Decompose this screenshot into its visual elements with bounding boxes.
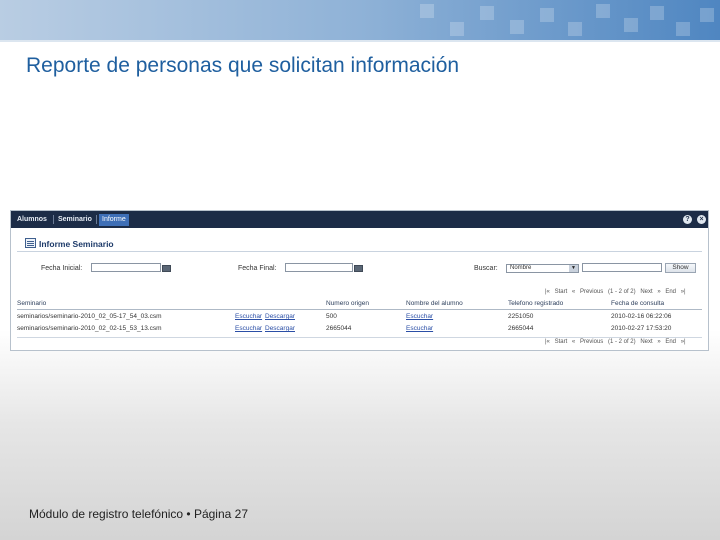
next-page-icon[interactable]: » [657,289,660,295]
pager-previous[interactable]: Previous [580,289,603,295]
tab-seminario[interactable]: Seminario [55,214,95,226]
pager-next[interactable]: Next [640,339,652,345]
chevron-down-icon: ▼ [569,265,578,272]
fecha-inicial-input[interactable] [91,263,161,272]
pager-start[interactable]: Start [555,289,568,295]
telefono-registrado: 2665044 [508,325,534,332]
pager-bottom: |« Start « Previous (1 - 2 of 2) Next » … [542,339,686,345]
previous-page-icon[interactable]: « [572,289,575,295]
top-banner [0,0,720,40]
col-nombre-alumno[interactable]: Nombre del alumno [406,300,463,307]
buscar-select-value: Nombre [510,265,532,271]
tab-bar: Alumnos Seminario Informe ? × [11,211,708,228]
previous-page-icon[interactable]: « [572,339,575,345]
seminario-file: seminarios/seminario-2010_02_05-17_54_03… [17,313,162,320]
buscar-select[interactable]: Nombre ▼ [506,264,579,273]
report-title: Informe Seminario [39,239,114,249]
last-page-icon[interactable]: »| [681,339,686,345]
slide-title: Reporte de personas que solicitan inform… [26,54,460,77]
alumno-link[interactable]: Escuchar [406,325,433,332]
pager-range: (1 - 2 of 2) [607,289,636,295]
first-page-icon[interactable]: |« [545,289,550,295]
table-footer-divider [17,337,702,338]
title-divider [17,251,702,252]
first-page-icon[interactable]: |« [545,339,550,345]
fecha-final-label: Fecha Final: [238,265,277,272]
tab-alumnos[interactable]: Alumnos [14,214,50,226]
informe-window: Alumnos Seminario Informe ? × Informe Se… [10,210,709,351]
pager-next[interactable]: Next [640,289,652,295]
col-numero-origen[interactable]: Numero origen [326,300,369,307]
close-icon[interactable]: × [697,215,706,224]
escuchar-link[interactable]: Escuchar [235,313,262,320]
calendar-icon[interactable] [162,265,171,272]
fecha-final-input[interactable] [285,263,353,272]
pager-start[interactable]: Start [555,339,568,345]
report-grid-icon [25,238,36,248]
help-icon[interactable]: ? [683,215,692,224]
calendar-icon[interactable] [354,265,363,272]
next-page-icon[interactable]: » [657,339,660,345]
pager-range: (1 - 2 of 2) [607,339,636,345]
buscar-label: Buscar: [474,265,498,272]
pager-top: |« Start « Previous (1 - 2 of 2) Next » … [542,289,686,295]
banner-divider [0,40,720,42]
col-seminario[interactable]: Seminario [17,300,46,307]
fecha-consulta: 2010-02-27 17:53:20 [611,325,672,332]
slide-footer: Módulo de registro telefónico • Página 2… [29,507,249,521]
pager-previous[interactable]: Previous [580,339,603,345]
numero-origen: 500 [326,313,337,320]
escuchar-link[interactable]: Escuchar [235,325,262,332]
fecha-inicial-label: Fecha Inicial: [41,265,83,272]
table-header: Seminario Numero origen Nombre del alumn… [17,300,702,310]
descargar-link[interactable]: Descargar [265,325,295,332]
show-button[interactable]: Show [665,263,696,273]
tab-informe[interactable]: Informe [99,214,129,226]
telefono-registrado: 2251050 [508,313,534,320]
seminario-file: seminarios/seminario-2010_02_02-15_53_13… [17,325,162,332]
alumno-link[interactable]: Escuchar [406,313,433,320]
pager-end[interactable]: End [665,289,676,295]
col-telefono[interactable]: Telefono registrado [508,300,563,307]
buscar-input[interactable] [582,263,662,272]
descargar-link[interactable]: Descargar [265,313,295,320]
col-fecha-consulta[interactable]: Fecha de consulta [611,300,664,307]
fecha-consulta: 2010-02-16 06:22:06 [611,313,672,320]
table-row: seminarios/seminario-2010_02_02-15_53_13… [17,324,702,335]
table-row: seminarios/seminario-2010_02_05-17_54_03… [17,312,702,323]
last-page-icon[interactable]: »| [681,289,686,295]
numero-origen: 2665044 [326,325,352,332]
pager-end[interactable]: End [665,339,676,345]
